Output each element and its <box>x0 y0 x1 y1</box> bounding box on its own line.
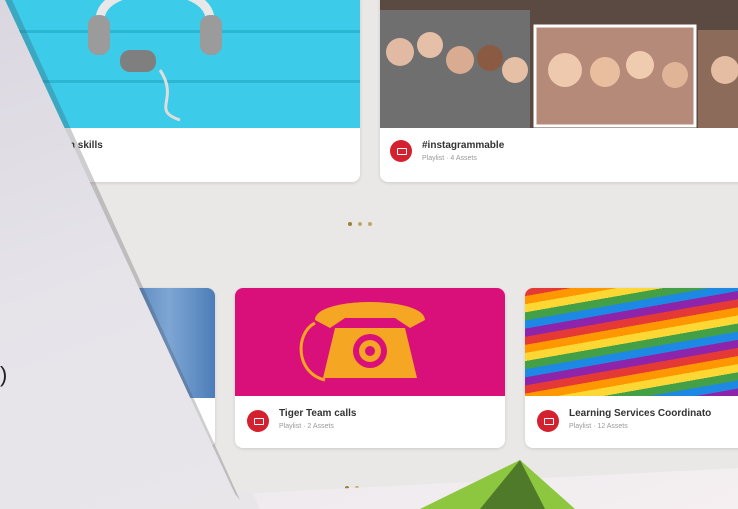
card-subtitle: Playlist · 2 Assets <box>279 423 334 430</box>
telephone-thumbnail <box>235 288 505 396</box>
card-title: #instagrammable <box>422 140 505 151</box>
telephone-icon <box>299 302 425 382</box>
colored-pencils-thumbnail <box>525 288 738 396</box>
carousel-dot[interactable] <box>358 222 362 226</box>
selfie-photos-thumbnail <box>380 0 738 128</box>
card-subtitle: Playlist · 4 Assets <box>422 155 477 162</box>
card-title: Tiger Team calls <box>279 408 357 419</box>
carousel-dot[interactable] <box>348 222 352 226</box>
carousel-pagination[interactable] <box>348 222 372 226</box>
playlist-card-tiger-team-calls[interactable]: Tiger Team calls Playlist · 2 Assets <box>235 288 505 448</box>
playlist-icon <box>390 140 412 162</box>
playlist-icon <box>247 410 269 432</box>
card-title: Learning Services Coordinato <box>569 408 712 419</box>
playlist-icon <box>537 410 559 432</box>
card-subtitle: Playlist · 12 Assets <box>569 423 628 430</box>
carousel-dot[interactable] <box>368 222 372 226</box>
group-photos <box>380 10 738 128</box>
playlist-card-instagrammable[interactable]: #instagrammable Playlist · 4 Assets <box>380 0 738 182</box>
playlist-card-learning-services[interactable]: Learning Services Coordinato Playlist · … <box>525 288 738 448</box>
side-glyph: ) <box>0 362 8 387</box>
